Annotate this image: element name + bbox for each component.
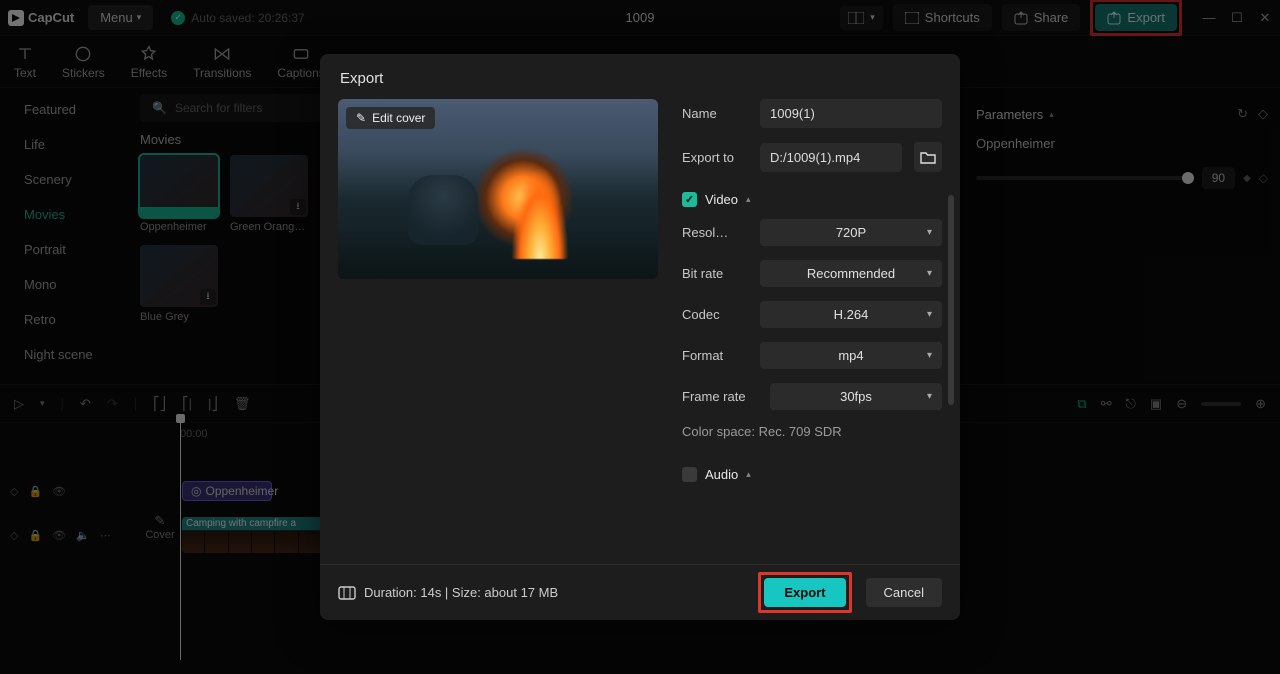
resolution-label: Resol… bbox=[682, 225, 748, 240]
cancel-button[interactable]: Cancel bbox=[866, 578, 942, 607]
bitrate-dropdown[interactable]: Recommended bbox=[760, 260, 942, 287]
resolution-dropdown[interactable]: 720P bbox=[760, 219, 942, 246]
cover-preview: ✎ Edit cover bbox=[338, 99, 658, 279]
export-dialog: Export ✎ Edit cover Name 1009(1) Export … bbox=[320, 54, 960, 620]
export-to-label: Export to bbox=[682, 150, 748, 165]
video-checkbox[interactable]: ✓ bbox=[682, 192, 697, 207]
export-info: Duration: 14s | Size: about 17 MB bbox=[338, 585, 558, 600]
audio-checkbox[interactable] bbox=[682, 467, 697, 482]
export-path-input[interactable]: D:/1009(1).mp4 bbox=[760, 143, 902, 172]
name-input[interactable]: 1009(1) bbox=[760, 99, 942, 128]
bitrate-label: Bit rate bbox=[682, 266, 748, 281]
browse-folder-button[interactable] bbox=[914, 142, 942, 172]
format-label: Format bbox=[682, 348, 748, 363]
codec-label: Codec bbox=[682, 307, 748, 322]
colorspace-note: Color space: Rec. 709 SDR bbox=[682, 424, 942, 439]
video-section-header[interactable]: ✓ Video ▴ bbox=[682, 192, 942, 207]
pencil-icon: ✎ bbox=[356, 111, 366, 125]
codec-dropdown[interactable]: H.264 bbox=[760, 301, 942, 328]
edit-cover-button[interactable]: ✎ Edit cover bbox=[346, 107, 435, 129]
framerate-dropdown[interactable]: 30fps bbox=[770, 383, 942, 410]
dialog-title: Export bbox=[320, 54, 960, 97]
scrollbar[interactable] bbox=[948, 195, 954, 405]
framerate-label: Frame rate bbox=[682, 389, 758, 404]
format-dropdown[interactable]: mp4 bbox=[760, 342, 942, 369]
name-label: Name bbox=[682, 106, 748, 121]
export-confirm-button[interactable]: Export bbox=[764, 578, 845, 607]
audio-section-header[interactable]: Audio ▴ bbox=[682, 467, 942, 482]
